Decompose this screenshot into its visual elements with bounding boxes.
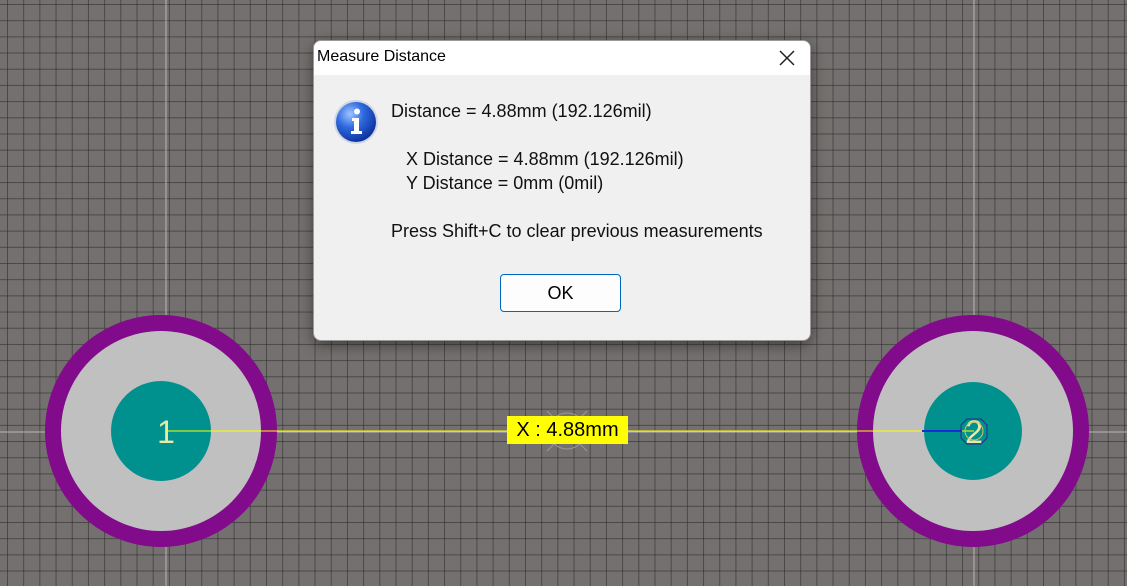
dialog-title: Measure Distance — [317, 48, 446, 65]
close-icon — [779, 50, 795, 66]
hint-text: Press Shift+C to clear previous measurem… — [391, 221, 763, 241]
y-distance-text: Y Distance = 0mm (0mil) — [406, 173, 604, 193]
x-distance-text: X Distance = 4.88mm (192.126mil) — [406, 149, 684, 169]
measure-distance-dialog: Measure Distance Distance = 4.88mm (192.… — [313, 40, 811, 341]
dialog-titlebar[interactable]: Measure Distance — [314, 41, 810, 75]
close-button[interactable] — [764, 41, 810, 75]
measure-readout-label: X : 4.88mm — [507, 416, 628, 444]
distance-text: Distance = 4.88mm (192.126mil) — [391, 101, 652, 121]
info-icon — [334, 100, 378, 144]
pad-1-label: 1 — [157, 414, 175, 450]
ok-button[interactable]: OK — [500, 274, 621, 312]
